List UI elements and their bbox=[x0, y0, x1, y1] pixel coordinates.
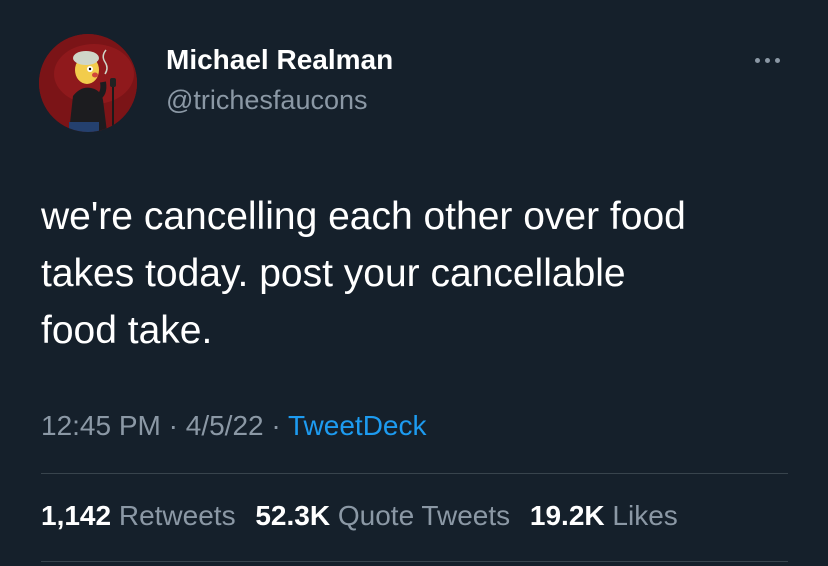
tweet-metadata: 12:45 PM · 4/5/22 · TweetDeck bbox=[41, 408, 427, 444]
more-options-icon[interactable] bbox=[747, 48, 787, 72]
retweets-label: Retweets bbox=[118, 500, 236, 531]
meta-separator: · bbox=[271, 410, 281, 441]
meta-separator: · bbox=[168, 410, 178, 441]
tweet-source-link[interactable]: TweetDeck bbox=[288, 410, 427, 441]
avatar-image bbox=[39, 34, 137, 132]
quote-tweets-stat[interactable]: 52.3K Quote Tweets bbox=[255, 500, 510, 531]
likes-count: 19.2K bbox=[529, 500, 605, 531]
divider bbox=[41, 473, 788, 474]
more-dot bbox=[764, 57, 770, 63]
quote-tweets-label: Quote Tweets bbox=[337, 500, 511, 531]
tweet-time[interactable]: 12:45 PM bbox=[41, 410, 161, 441]
tweet-stats: 1,142 Retweets 52.3K Quote Tweets 19.2K … bbox=[41, 498, 690, 534]
retweets-count: 1,142 bbox=[41, 500, 112, 531]
quote-tweets-count: 52.3K bbox=[255, 500, 331, 531]
author-handle[interactable]: @trichesfaucons bbox=[166, 82, 368, 118]
retweets-stat[interactable]: 1,142 Retweets bbox=[41, 500, 236, 531]
tweet-card: Michael Realman @trichesfaucons we're ca… bbox=[0, 0, 828, 566]
author-display-name[interactable]: Michael Realman bbox=[166, 42, 393, 78]
more-dot bbox=[774, 57, 780, 63]
likes-label: Likes bbox=[612, 500, 678, 531]
tweet-date[interactable]: 4/5/22 bbox=[186, 410, 264, 441]
likes-stat[interactable]: 19.2K Likes bbox=[530, 500, 678, 531]
divider bbox=[41, 561, 788, 562]
avatar[interactable] bbox=[39, 34, 137, 132]
more-dot bbox=[754, 57, 760, 63]
tweet-text: we're cancelling each other over food ta… bbox=[41, 195, 686, 352]
